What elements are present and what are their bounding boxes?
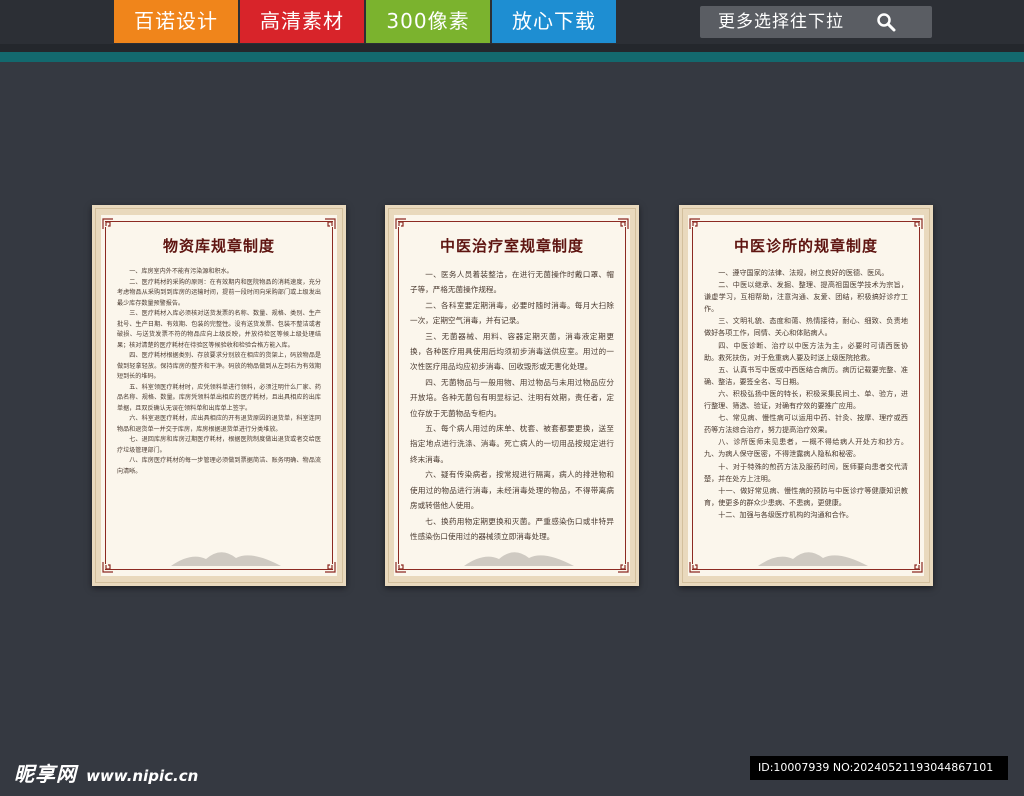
mountain-ink-icon xyxy=(171,552,281,566)
promo-tag: 百诺设计 xyxy=(114,0,238,43)
search-bar[interactable]: 更多选择往下拉 xyxy=(700,6,932,38)
rules-board: 中医诊所的规章制度 一、遵守国家的法律、法规，树立良好的医德、医风。 二、中医以… xyxy=(679,205,933,586)
accent-band xyxy=(0,52,1024,62)
image-id-label: ID:10007939 NO:20240521193044867101 xyxy=(750,756,1008,780)
rule-paragraph: 二、医疗耗材的采购的原则：在有效期内和医院物品的消耗速度，充分考虑物品从采购到到… xyxy=(117,278,321,307)
corner-ornament-icon xyxy=(689,562,700,573)
corner-ornament-icon xyxy=(102,562,113,573)
watermark-logo: 昵享网 xyxy=(14,762,77,786)
site-watermark: 昵享网 www.nipic.cn xyxy=(14,758,198,787)
board-title: 中医治疗室规章制度 xyxy=(439,237,584,255)
divider-band xyxy=(0,44,1024,52)
rule-paragraph: 五、每个病人用过的床单、枕套、被套都要更换，送至指定地点进行洗涤、消毒。死亡病人… xyxy=(410,424,614,464)
rule-paragraph: 八、诊所医师未见患者，一概不得给病人开处方和抄方。九、为病人保守医密，不得泄露病… xyxy=(704,437,908,459)
corner-ornament-icon xyxy=(912,218,923,229)
promo-tag: 放心下载 xyxy=(492,0,616,43)
promo-tag: 300像素 xyxy=(366,0,490,43)
rules-board: 物资库规章制度 一、库房室内外不能有污染源和积水。 二、医疗耗材的采购的原则：在… xyxy=(92,205,346,586)
rule-paragraph: 五、科室领医疗耗材时，应凭领料单进行领料，必须注明什么厂家、药品名称、规格、数量… xyxy=(117,383,321,412)
board-panel: 中医治疗室规章制度 一、医务人员着装整洁，在进行无菌操作时戴口罩、帽子等，严格无… xyxy=(394,215,630,576)
rule-paragraph: 十、对于特殊的煎药方法及服药时间，医师要向患者交代清楚，并在处方上注明。 xyxy=(704,461,908,483)
rule-paragraph: 七、退回库房和库房过期医疗耗材，根据医院制度做出退货或者交给医疗垃圾管理部门。 xyxy=(117,436,321,454)
rule-paragraph: 三、医疗耗材入库必须核对送货发票的名称、数量、规格、类别、生产批号、生产日期、有… xyxy=(117,310,321,349)
rule-paragraph: 七、换药用物定期更换和灭菌。严重感染伤口或非特异性感染伤口使用过的器械须立即消毒… xyxy=(410,516,614,541)
board-title: 物资库规章制度 xyxy=(162,237,275,255)
corner-ornament-icon xyxy=(325,562,336,573)
rule-paragraph: 四、无菌物品与一般用物、用过物品与未用过物品应分开放培。各种无菌包有明显标记、注… xyxy=(410,377,614,418)
rule-paragraph: 三、无菌器械、用料、容器定期灭菌，消毒液定期更换，各种医疗用具使用后均须初步消毒… xyxy=(410,331,614,372)
mountain-ink-icon xyxy=(464,552,574,566)
promo-tags: 百诺设计 高清素材 300像素 放心下载 xyxy=(114,0,618,43)
promo-tag: 高清素材 xyxy=(240,0,364,43)
rule-paragraph: 一、库房室内外不能有污染源和积水。 xyxy=(129,268,233,275)
corner-ornament-icon xyxy=(395,562,406,573)
rule-paragraph: 二、中医以继承、发掘、整理、提高祖国医学技术为宗旨，谦虚学习，互相帮助，注意沟通… xyxy=(704,280,908,314)
board-body: 一、遵守国家的法律、法规，树立良好的医德、医风。 二、中医以继承、发掘、整理、提… xyxy=(704,267,908,521)
corner-ornament-icon xyxy=(618,562,629,573)
rule-paragraph: 十二、加强与各级医疗机构的沟通和合作。 xyxy=(718,509,853,519)
rule-paragraph: 六、积极弘扬中医的特长，积极采集民间土、单、验方，进行整理、筛选、验证，对确有疗… xyxy=(704,388,908,411)
rule-paragraph: 八、库房医疗耗材的每一步管理必须做到票据简洁、账务明确、物品流向清晰。 xyxy=(117,457,321,475)
corner-ornament-icon xyxy=(325,218,336,229)
corner-ornament-icon xyxy=(912,562,923,573)
rules-board: 中医治疗室规章制度 一、医务人员着装整洁，在进行无菌操作时戴口罩、帽子等，严格无… xyxy=(385,205,639,586)
mountain-ink-icon xyxy=(758,552,868,566)
rule-paragraph: 四、中医诊断、治疗以中医方法为主，必要时可请西医协助。救死扶伤，对于危重病人要及… xyxy=(704,340,908,362)
corner-ornament-icon xyxy=(618,218,629,229)
corner-ornament-icon xyxy=(102,218,113,229)
corner-ornament-icon xyxy=(689,218,700,229)
board-title: 中医诊所的规章制度 xyxy=(733,237,878,255)
board-body: 一、库房室内外不能有污染源和积水。 二、医疗耗材的采购的原则：在有效期内和医院物… xyxy=(117,267,321,477)
rule-paragraph: 二、各科室要定期消毒，必要时随时消毒。每月大扫除一次，定期空气消毒，并有记录。 xyxy=(410,300,614,326)
board-panel: 中医诊所的规章制度 一、遵守国家的法律、法规，树立良好的医德、医风。 二、中医以… xyxy=(688,215,924,576)
rule-paragraph: 一、遵守国家的法律、法规，树立良好的医德、医风。 xyxy=(718,268,889,277)
rule-paragraph: 六、科室退医疗耗材，应出具相应的开有退货原因的退货单，科室连同物品和退货单一并交… xyxy=(117,415,321,433)
watermark-url[interactable]: www.nipic.cn xyxy=(86,767,198,785)
rule-paragraph: 十一、做好常见病、慢性病的预防与中医诊疗等健康知识教育，使更多的群众少患病、不患… xyxy=(704,485,908,507)
rule-paragraph: 七、常见病、慢性病可以运用中药、针灸、按摩、理疗或西药等方法综合治疗，努力提高治… xyxy=(704,413,908,435)
rule-paragraph: 六、疑有传染病者，按常规进行隔离，病人的排泄物和使用过的物品进行消毒，未经消毒处… xyxy=(410,470,614,511)
rule-paragraph: 五、认真书写中医或中西医结合病历。病历记载要完整、准确、整洁，要签全名、写日期。 xyxy=(704,364,908,386)
rule-paragraph: 四、医疗耗材根据类别、存放要求分别放在相应的货架上，码放物品是做到轻拿轻放。保持… xyxy=(117,352,321,380)
search-hint: 更多选择往下拉 xyxy=(718,12,844,32)
board-body: 一、医务人员着装整洁，在进行无菌操作时戴口罩、帽子等，严格无菌操作规程。 二、各… xyxy=(410,267,614,544)
board-panel: 物资库规章制度 一、库房室内外不能有污染源和积水。 二、医疗耗材的采购的原则：在… xyxy=(101,215,337,576)
corner-ornament-icon xyxy=(395,218,406,229)
search-icon[interactable] xyxy=(876,12,896,32)
rule-paragraph: 一、医务人员着装整洁，在进行无菌操作时戴口罩、帽子等，严格无菌操作规程。 xyxy=(410,270,614,295)
rule-paragraph: 三、文明礼貌、态度和蔼、热情接待，耐心、细致、负责地做好各项工作，同情、关心和体… xyxy=(704,316,908,338)
